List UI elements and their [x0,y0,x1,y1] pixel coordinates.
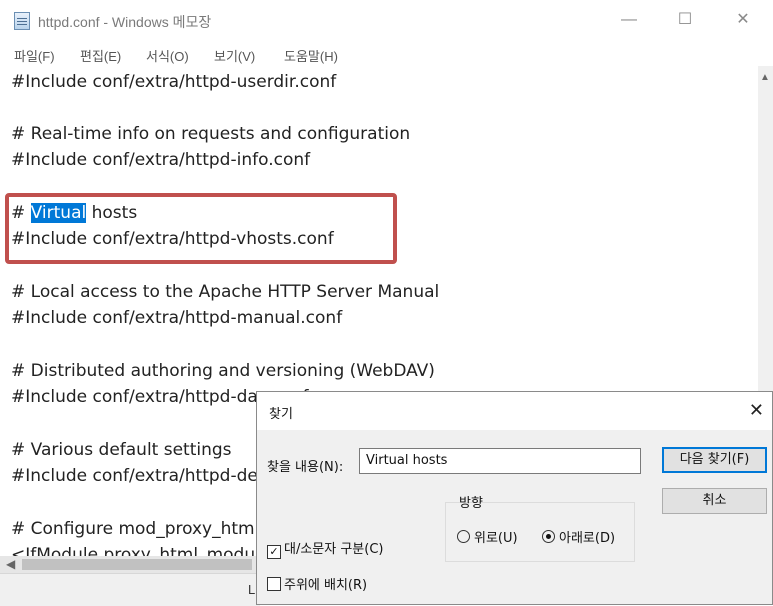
checkbox-icon [267,577,281,591]
scroll-up-icon[interactable]: ▲ [760,72,770,83]
dialog-close-icon[interactable]: ✕ [749,400,764,421]
dialog-title-bar: 찾기 ✕ [257,392,772,430]
scrollbar-thumb[interactable] [22,559,252,570]
menu-format[interactable]: 서식(O) [146,46,189,65]
radio-icon [457,530,470,543]
editor-line: # Distributed authoring and versioning (… [11,361,435,381]
minimize-button[interactable]: — [606,6,652,34]
direction-up-radio[interactable]: 위로(U) [457,527,518,546]
find-what-input[interactable]: Virtual hosts [359,448,641,474]
find-dialog: 찾기 ✕ 찾을 내용(N): Virtual hosts 다음 찾기(F) 취소… [256,391,773,605]
editor-line: # Real-time info on requests and configu… [11,124,411,144]
editor-line: #Include conf/extra/httpd-manual.conf [11,308,343,328]
editor-line: #Include conf/extra/httpd-info.conf [11,150,311,170]
status-bar: L [0,573,260,606]
find-what-label: 찾을 내용(N): [267,460,344,475]
annotation-highlight-box [5,193,397,264]
menu-bar: 파일(F) 편집(E) 서식(O) 보기(V) 도움말(H) [0,40,773,66]
editor-line: # Various default settings [11,440,232,460]
direction-down-label: 아래로(D) [559,531,616,546]
menu-help[interactable]: 도움말(H) [284,46,338,65]
title-bar: httpd.conf - Windows 메모장 — ☐ ✕ [0,0,773,40]
notepad-icon [14,12,30,30]
direction-down-radio[interactable]: 아래로(D) [542,527,615,546]
match-case-label: 대/소문자 구분(C) [284,542,384,557]
editor-line: # Local access to the Apache HTTP Server… [11,282,440,302]
menu-edit[interactable]: 편집(E) [80,46,121,65]
checkbox-checked-icon: ✓ [267,545,281,559]
horizontal-scrollbar[interactable]: ◀ [0,556,260,573]
find-next-button[interactable]: 다음 찾기(F) [662,447,767,473]
status-cell: L [248,582,256,597]
wrap-around-checkbox[interactable]: 주위에 배치(R) [267,574,367,593]
radio-selected-icon [542,530,555,543]
cancel-button[interactable]: 취소 [662,488,767,514]
match-case-checkbox[interactable]: ✓ 대/소문자 구분(C) [267,538,384,559]
direction-up-label: 위로(U) [474,531,518,546]
direction-label: 방향 [459,496,483,511]
close-button[interactable]: ✕ [720,6,766,34]
wrap-around-label: 주위에 배치(R) [284,578,368,593]
menu-view[interactable]: 보기(V) [214,46,255,65]
scroll-left-icon[interactable]: ◀ [6,557,15,571]
window-title: httpd.conf - Windows 메모장 [38,14,212,30]
editor-line: #Include conf/extra/httpd-userdir.conf [11,72,337,92]
dialog-title: 찾기 [269,407,293,422]
maximize-button[interactable]: ☐ [662,6,708,34]
menu-file[interactable]: 파일(F) [14,46,55,65]
